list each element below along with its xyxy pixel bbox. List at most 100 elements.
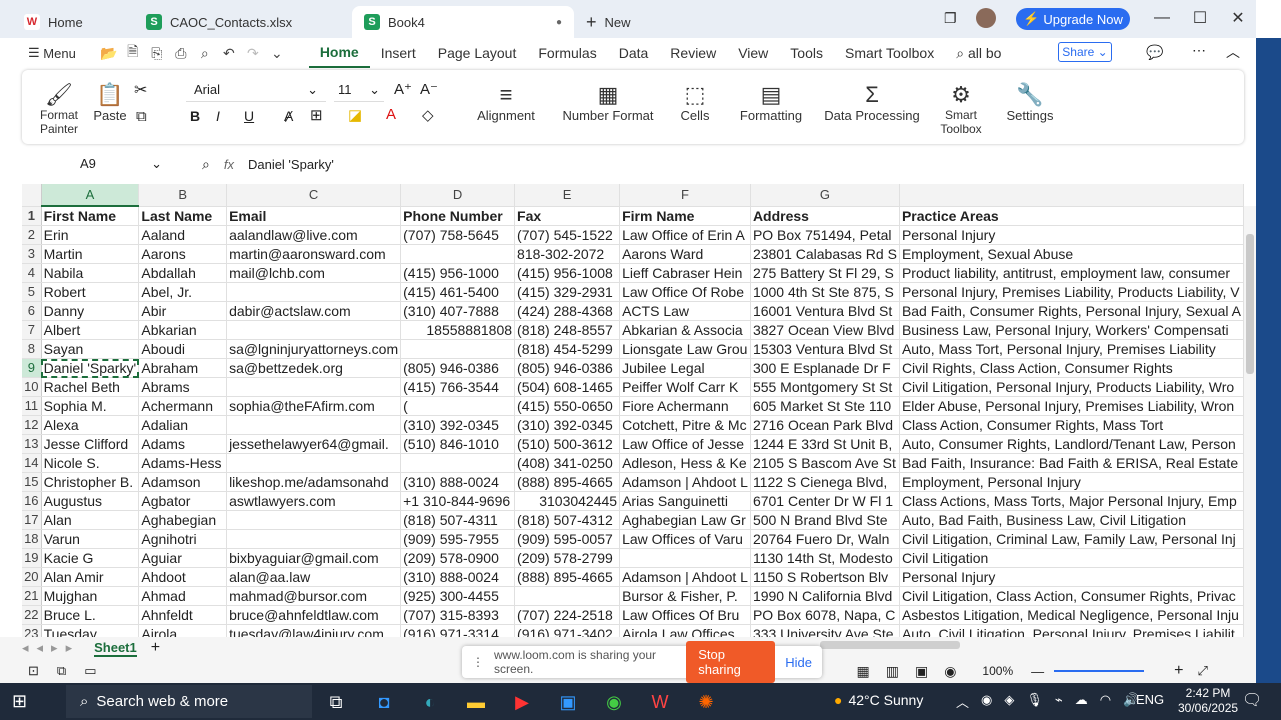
table-cell[interactable]: Aboudi (138, 339, 228, 359)
row-header[interactable]: 8 (22, 339, 42, 359)
table-cell[interactable]: Fax (514, 206, 621, 226)
add-sheet-icon[interactable]: + (151, 639, 160, 657)
select-all-corner[interactable] (22, 184, 42, 207)
spreadsheet-grid[interactable]: A B C D E F G 1 First Name Last Name Email Phone Nu… (22, 184, 1244, 637)
font-family-select[interactable]: Arial ⌄ (186, 82, 326, 102)
table-cell[interactable]: 1130 14th St, Modesto (750, 548, 900, 568)
table-cell[interactable]: sophia@theFAfirm.com (226, 396, 402, 416)
table-cell[interactable]: 1000 4th St Ste 875, S (750, 282, 900, 302)
table-cell[interactable]: Abkarian (138, 320, 228, 340)
outlook-icon[interactable]: ◘ (370, 688, 398, 716)
table-cell[interactable]: Business Law, Personal Injury, Workers' … (899, 320, 1244, 340)
task-view-icon[interactable]: ⧉ (322, 688, 350, 716)
table-cell[interactable]: mail@lchb.com (226, 263, 402, 283)
table-cell[interactable]: 1150 S Robertson Blv (750, 567, 900, 587)
table-cell[interactable]: 1244 E 33rd St Unit B, (750, 434, 900, 454)
row-header[interactable]: 22 (22, 605, 42, 625)
table-cell[interactable]: (415) 766-3544 (400, 377, 516, 397)
table-cell[interactable]: (415) 550-0650 (514, 396, 621, 416)
table-cell[interactable]: Employment, Personal Injury (899, 472, 1244, 492)
table-cell[interactable] (226, 377, 402, 397)
row-header[interactable]: 11 (22, 396, 42, 416)
zoom-slider[interactable] (1054, 670, 1145, 672)
font-size-select[interactable]: 11 ⌄ (334, 82, 384, 102)
sheet-nav-arrows[interactable]: ◂◂▸▸ (22, 640, 80, 656)
chevron-down-icon[interactable]: ⌄ (265, 41, 289, 65)
youtube-icon[interactable]: ▶ (508, 688, 536, 716)
table-cell[interactable]: Product liability, antitrust, employment… (899, 263, 1244, 283)
row-header[interactable]: 2 (22, 225, 42, 245)
table-cell[interactable]: PO Box 751494, Petal (750, 225, 900, 245)
table-cell[interactable]: (888) 895-4665 (514, 472, 621, 492)
table-cell[interactable]: Abkarian & Associa (619, 320, 751, 340)
row-header[interactable]: 1 (22, 206, 42, 226)
table-cell[interactable]: (909) 595-0057 (514, 529, 621, 549)
redo-icon[interactable]: ↷ (241, 41, 265, 65)
weather[interactable]: ● 42°C Sunny (834, 692, 923, 708)
table-cell[interactable]: (408) 341-0250 (514, 453, 621, 473)
table-cell[interactable]: 300 E Esplanade Dr F (750, 358, 900, 378)
store-icon[interactable]: ▣ (554, 688, 582, 716)
table-cell[interactable]: Employment, Sexual Abuse (899, 244, 1244, 264)
table-cell[interactable]: +1 310-844-9696 (400, 491, 516, 511)
table-cell[interactable]: (818) 248-8557 (514, 320, 621, 340)
stop-sharing-button[interactable]: Stop sharing (686, 641, 776, 683)
table-cell[interactable]: Last Name (138, 206, 228, 226)
table-cell[interactable]: 605 Market St Ste 110 (750, 396, 900, 416)
table-cell[interactable]: Adalian (138, 415, 228, 435)
table-cell[interactable]: Airola Law Offices (619, 624, 751, 637)
share-button[interactable]: Share ⌄ (1058, 42, 1112, 62)
export-icon[interactable]: ⎘ (145, 41, 169, 65)
chrome-icon[interactable]: ◉ (600, 688, 628, 716)
table-cell[interactable]: Personal Injury, Premises Liability, Pro… (899, 282, 1244, 302)
cut-icon[interactable]: ✂ (134, 80, 147, 100)
table-cell[interactable]: Aghabegian Law Gr (619, 510, 751, 530)
hide-button[interactable]: Hide (785, 655, 812, 670)
row-header[interactable]: 19 (22, 548, 42, 568)
column-header[interactable]: F (619, 184, 751, 207)
table-cell[interactable]: Auto, Bad Faith, Business Law, Civil Lit… (899, 510, 1244, 530)
save-icon[interactable]: 🗎 (121, 41, 145, 65)
formula-input[interactable]: Daniel 'Sparky' (248, 157, 334, 172)
tab-review[interactable]: Review (659, 38, 727, 68)
table-cell[interactable]: Christopher B. (41, 472, 140, 492)
table-cell[interactable]: Cotchett, Pitre & Mc (619, 415, 751, 435)
table-cell[interactable] (400, 339, 516, 359)
bold-icon[interactable]: B (190, 108, 200, 124)
new-tab-button[interactable]: + New (574, 6, 664, 38)
table-cell[interactable]: Adamson (138, 472, 228, 492)
table-cell[interactable]: 1122 S Cienega Blvd, (750, 472, 900, 492)
italic-icon[interactable]: I (216, 108, 220, 124)
data-processing-button[interactable]: Σ Data Processing (824, 82, 920, 123)
row-header[interactable]: 6 (22, 301, 42, 321)
table-cell[interactable] (226, 529, 402, 549)
table-cell[interactable]: 3103042445 (514, 491, 621, 511)
column-header[interactable]: C (226, 184, 402, 207)
table-cell[interactable]: (818) 507-4311 (400, 510, 516, 530)
table-cell[interactable]: (310) 407-7888 (400, 301, 516, 321)
row-header[interactable]: 16 (22, 491, 42, 511)
tab-smart-toolbox[interactable]: Smart Toolbox (834, 38, 945, 68)
loom-taskbar-icon[interactable]: ✺ (692, 688, 720, 716)
table-cell[interactable] (619, 548, 751, 568)
table-cell[interactable]: jessethelawyer64@gmail. (226, 434, 402, 454)
table-cell[interactable]: (818) 454-5299 (514, 339, 621, 359)
table-cell[interactable] (226, 453, 402, 473)
table-cell[interactable] (226, 510, 402, 530)
table-cell[interactable]: (510) 846-1010 (400, 434, 516, 454)
table-cell[interactable]: ( (400, 396, 516, 416)
window-restore-icon[interactable]: ❐ (944, 10, 957, 27)
table-cell[interactable]: Law Office Of Robe (619, 282, 751, 302)
table-cell[interactable]: Jubilee Legal (619, 358, 751, 378)
tab-view[interactable]: View (727, 38, 779, 68)
print-preview-icon[interactable]: ⌕ (193, 41, 217, 65)
table-cell[interactable]: Aaland (138, 225, 228, 245)
scroll-thumb[interactable] (1246, 234, 1254, 374)
table-cell[interactable]: aalandlaw@live.com (226, 225, 402, 245)
row-header[interactable]: 10 (22, 377, 42, 397)
table-cell[interactable]: (707) 545-1522 (514, 225, 621, 245)
table-cell[interactable]: (415) 956-1008 (514, 263, 621, 283)
table-cell[interactable]: bruce@ahnfeldtlaw.com (226, 605, 402, 625)
table-cell[interactable]: Law Offices of Varu (619, 529, 751, 549)
table-cell[interactable]: Elder Abuse, Personal Injury, Premises L… (899, 396, 1244, 416)
